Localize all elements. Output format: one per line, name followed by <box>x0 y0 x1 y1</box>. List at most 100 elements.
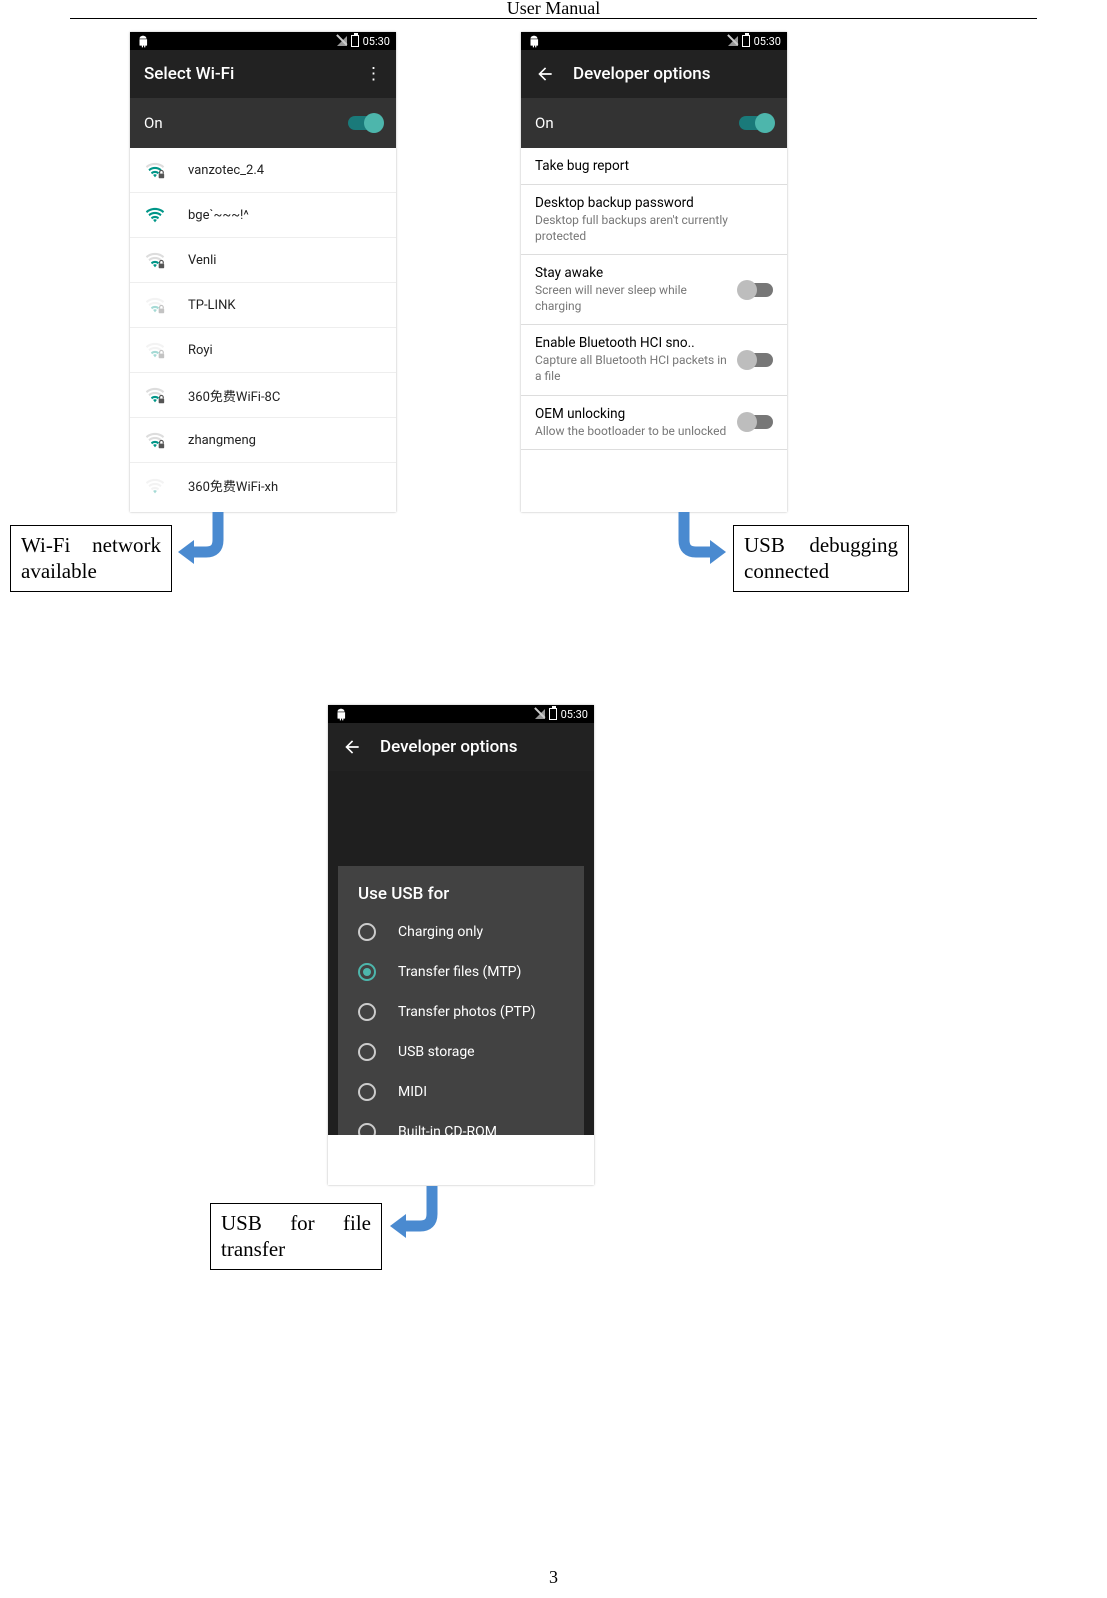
status-time: 05:30 <box>561 708 588 721</box>
item-subtitle: Allow the bootloader to be unlocked <box>535 424 731 440</box>
battery-icon <box>742 35 750 47</box>
screenshot-wifi: 05:30 Select Wi-Fi ⋮ On vanzotec_2.4 bge… <box>130 32 396 512</box>
signal-icon <box>535 709 545 719</box>
switch-off-icon[interactable] <box>739 415 773 429</box>
arrow-icon <box>386 1182 456 1246</box>
item-subtitle: Capture all Bluetooth HCI packets in a f… <box>535 353 731 384</box>
back-arrow-icon[interactable] <box>535 64 555 84</box>
status-bar: 05:30 <box>328 705 594 723</box>
page-number: 3 <box>0 1567 1107 1588</box>
wifi-signal-icon <box>144 429 166 451</box>
status-bar: 05:30 <box>521 32 787 50</box>
wifi-signal-icon <box>144 204 166 226</box>
callout-usb-debugging: USB debugging connected <box>733 525 909 592</box>
wifi-network-item[interactable]: TP-LINK <box>130 283 396 328</box>
usb-option-row[interactable]: Transfer photos (PTP) <box>338 992 584 1032</box>
overflow-menu-icon[interactable]: ⋮ <box>365 64 382 84</box>
item-title: OEM unlocking <box>535 406 731 422</box>
usb-option-row[interactable]: Built-in CD-ROM <box>338 1112 584 1135</box>
wifi-network-item[interactable]: Venli <box>130 238 396 283</box>
dev-option-item[interactable]: Take bug report <box>521 148 787 185</box>
page-header-title: User Manual <box>0 0 1107 19</box>
wifi-network-item[interactable]: vanzotec_2.4 <box>130 148 396 193</box>
wifi-network-item[interactable]: Royi <box>130 328 396 373</box>
wifi-network-item[interactable]: zhangmeng <box>130 418 396 463</box>
wifi-signal-icon <box>144 249 166 271</box>
wifi-network-name: 360免费WiFi-xh <box>188 476 278 495</box>
signal-icon <box>728 36 738 46</box>
radio-unselected-icon[interactable] <box>358 1003 376 1021</box>
usb-option-label: Built-in CD-ROM <box>398 1124 497 1135</box>
arrow-icon <box>176 508 246 570</box>
android-icon <box>136 34 150 48</box>
battery-icon <box>549 708 557 720</box>
dev-option-item[interactable]: Stay awake Screen will never sleep while … <box>521 255 787 325</box>
item-subtitle: Desktop full backups aren't currently pr… <box>535 213 765 244</box>
screenshot-usb-dialog: 05:30 Developer options Allow the bootlo… <box>328 705 594 1185</box>
wifi-network-name: 360免费WiFi-8C <box>188 386 280 405</box>
wifi-network-name: bge`~~~!^ <box>188 208 249 223</box>
usb-option-label: Transfer files (MTP) <box>398 964 521 980</box>
wifi-network-list: vanzotec_2.4 bge`~~~!^ Venli TP-LINK Roy… <box>130 148 396 512</box>
switch-off-icon[interactable] <box>739 353 773 367</box>
arrow-icon <box>654 508 734 570</box>
item-subtitle: Screen will never sleep while charging <box>535 283 731 314</box>
usb-option-row[interactable]: MIDI <box>338 1072 584 1112</box>
switch-on-icon[interactable] <box>739 116 773 130</box>
app-bar-title: Developer options <box>380 737 517 757</box>
radio-unselected-icon[interactable] <box>358 1083 376 1101</box>
status-bar: 05:30 <box>130 32 396 50</box>
wifi-signal-icon <box>144 339 166 361</box>
wifi-network-name: Venli <box>188 253 216 268</box>
usb-option-label: USB storage <box>398 1044 475 1060</box>
usb-option-row[interactable]: Charging only <box>338 912 584 952</box>
wifi-signal-icon <box>144 294 166 316</box>
dev-option-item[interactable]: OEM unlocking Allow the bootloader to be … <box>521 396 787 451</box>
usb-option-label: Charging only <box>398 924 483 940</box>
dev-master-toggle-row[interactable]: On <box>521 98 787 148</box>
app-bar-title: Select Wi-Fi <box>144 64 234 84</box>
wifi-network-name: Royi <box>188 343 213 358</box>
dev-option-item[interactable]: Enable Bluetooth HCI sno.. Capture all Bl… <box>521 325 787 395</box>
wifi-network-name: TP-LINK <box>188 298 236 313</box>
battery-icon <box>351 35 359 47</box>
screenshot-developer-options: 05:30 Developer options On Take bug repo… <box>521 32 787 512</box>
radio-unselected-icon[interactable] <box>358 1043 376 1061</box>
header-rule <box>70 18 1037 19</box>
usb-option-row[interactable]: USB storage <box>338 1032 584 1072</box>
item-title: Desktop backup password <box>535 195 765 211</box>
radio-unselected-icon[interactable] <box>358 1123 376 1135</box>
switch-off-icon[interactable] <box>739 283 773 297</box>
back-arrow-icon[interactable] <box>342 737 362 757</box>
wifi-network-item[interactable]: bge`~~~!^ <box>130 193 396 238</box>
item-title: Stay awake <box>535 265 731 281</box>
status-time: 05:30 <box>363 35 390 48</box>
toggle-label: On <box>535 114 554 132</box>
wifi-network-name: vanzotec_2.4 <box>188 163 264 178</box>
wifi-master-toggle-row[interactable]: On <box>130 98 396 148</box>
toggle-label: On <box>144 114 163 132</box>
radio-unselected-icon[interactable] <box>358 923 376 941</box>
wifi-network-name: zhangmeng <box>188 433 256 448</box>
app-bar: Select Wi-Fi ⋮ <box>130 50 396 98</box>
switch-on-icon[interactable] <box>348 116 382 130</box>
app-bar-title: Developer options <box>573 64 710 84</box>
wifi-network-item[interactable]: 360免费WiFi-8C <box>130 373 396 418</box>
status-time: 05:30 <box>754 35 781 48</box>
app-bar: Developer options <box>328 723 594 771</box>
radio-selected-icon[interactable] <box>358 963 376 981</box>
signal-icon <box>337 36 347 46</box>
item-title: Take bug report <box>535 158 765 174</box>
app-bar: Developer options <box>521 50 787 98</box>
wifi-network-item[interactable]: 360免费WiFi-xh <box>130 463 396 508</box>
callout-usb-file: USB for file transfer <box>210 1203 382 1270</box>
wifi-signal-icon <box>144 159 166 181</box>
usb-option-label: Transfer photos (PTP) <box>398 1004 536 1020</box>
usb-option-row[interactable]: Transfer files (MTP) <box>338 952 584 992</box>
wifi-signal-icon <box>144 475 166 497</box>
dev-option-item[interactable]: Desktop backup password Desktop full back… <box>521 185 787 255</box>
wifi-signal-icon <box>144 384 166 406</box>
android-icon <box>527 34 541 48</box>
item-title: Enable Bluetooth HCI sno.. <box>535 335 731 351</box>
callout-wifi: Wi-Fi network available <box>10 525 172 592</box>
